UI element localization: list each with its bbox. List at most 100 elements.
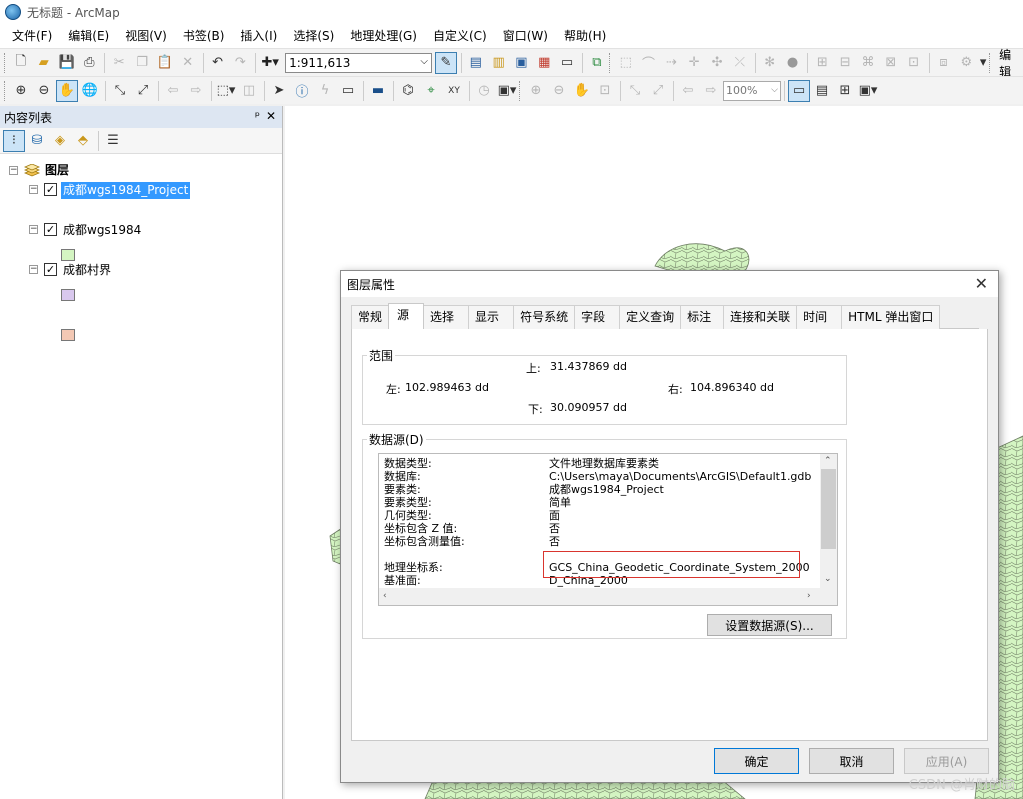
focus-data-frame-icon[interactable]: ▤ xyxy=(811,80,833,102)
tab-source[interactable]: 源 xyxy=(388,303,425,329)
pin-icon[interactable]: ᵖ xyxy=(255,109,260,123)
layout-zoom-out-icon[interactable]: ⊖ xyxy=(548,80,570,102)
forward-arrow-icon[interactable]: ⇨ xyxy=(185,80,207,102)
collapse-icon[interactable]: − xyxy=(29,185,38,194)
datasource-info-list[interactable]: 数据类型: 文件地理数据库要素类 数据库: C:\Users\maya\Docume… xyxy=(378,453,838,606)
select-elements-arrow-icon[interactable]: ➤ xyxy=(268,80,290,102)
toolbar-grip[interactable] xyxy=(519,80,522,101)
list-by-drawing-order-icon[interactable]: ⁝ xyxy=(3,129,25,152)
layout-pan-icon[interactable]: ✋ xyxy=(571,80,593,102)
scroll-up-icon[interactable]: ⌃ xyxy=(824,456,832,466)
layout-fixed-zoom-in-icon[interactable]: ⤡ xyxy=(624,80,646,102)
menu-selection[interactable]: 选择(S) xyxy=(285,24,342,48)
html-popup-icon[interactable]: ▭ xyxy=(337,80,359,102)
cancel-button[interactable]: 取消 xyxy=(809,748,894,774)
layout-back-icon[interactable]: ⇦ xyxy=(677,80,699,102)
measure-icon[interactable]: ▬ xyxy=(367,80,389,102)
pan-hand-icon[interactable]: ✋ xyxy=(56,79,78,102)
paste-icon[interactable]: 📋 xyxy=(154,52,176,74)
menu-view[interactable]: 视图(V) xyxy=(117,24,175,48)
hyperlink-icon[interactable]: ϟ xyxy=(314,80,336,102)
ok-button[interactable]: 确定 xyxy=(714,748,799,774)
topology-icon[interactable]: ⊞ xyxy=(811,52,833,74)
layer-symbol-swatch[interactable] xyxy=(61,249,75,261)
edit-vertices-icon[interactable]: ⬚ xyxy=(615,52,637,74)
cut-icon[interactable]: ✂ xyxy=(108,52,130,74)
find-route-icon[interactable]: ⌖ xyxy=(420,80,442,102)
tab-symbology[interactable]: 符号系统 xyxy=(513,305,576,329)
catalog-icon[interactable]: ▥ xyxy=(488,52,510,74)
list-by-source-icon[interactable]: ⛁ xyxy=(26,130,48,152)
identify-icon[interactable]: ⓘ xyxy=(291,80,313,102)
editor-label[interactable]: 编辑 xyxy=(999,46,1023,80)
scroll-right-icon[interactable]: › xyxy=(807,591,811,601)
editor-toolbar-icon[interactable]: ✎ xyxy=(435,51,457,74)
change-layout-icon[interactable]: ⊞ xyxy=(834,80,856,102)
validate-icon[interactable]: ⊠ xyxy=(880,52,902,74)
table-of-contents-icon[interactable]: ▤ xyxy=(465,52,487,74)
gear-icon[interactable]: ⚙ xyxy=(955,52,977,74)
toolbar-grip[interactable] xyxy=(989,52,992,73)
toggle-draft-mode-icon[interactable]: ▭ xyxy=(788,79,810,102)
collapse-icon[interactable]: − xyxy=(29,225,38,234)
toolbar-grip[interactable] xyxy=(608,52,612,73)
collapse-icon[interactable]: − xyxy=(9,166,18,175)
collapse-icon[interactable]: − xyxy=(29,265,38,274)
scrollbar-thumb[interactable] xyxy=(821,469,836,549)
layer-name-village[interactable]: 成都村界 xyxy=(61,262,113,279)
circle-icon[interactable]: ● xyxy=(782,52,804,74)
layer-name-project[interactable]: 成都wgs1984_Project xyxy=(61,182,191,199)
error-inspector-icon[interactable]: ⊡ xyxy=(903,52,925,74)
print-icon[interactable]: ⎙ xyxy=(78,52,100,74)
tab-fields[interactable]: 字段 xyxy=(574,305,621,329)
close-icon[interactable]: ✕ xyxy=(975,274,988,293)
copy-icon[interactable]: ❐ xyxy=(131,52,153,74)
layer-visibility-checkbox[interactable]: ✓ xyxy=(44,263,57,276)
select-features-icon[interactable]: ⬚▾ xyxy=(215,80,237,102)
zoom-out-icon[interactable]: ⊖ xyxy=(33,80,55,102)
close-icon[interactable]: ✕ xyxy=(266,109,276,123)
layer-symbol-swatch[interactable] xyxy=(61,289,75,301)
layer-visibility-checkbox[interactable]: ✓ xyxy=(44,183,57,196)
tab-display[interactable]: 显示 xyxy=(468,305,515,329)
vertical-scrollbar[interactable]: ⌃ ⌄ xyxy=(820,454,837,590)
menu-file[interactable]: 文件(F) xyxy=(4,24,60,48)
list-by-selection-icon[interactable]: ⬘ xyxy=(72,130,94,152)
layout-fixed-zoom-out-icon[interactable]: ⤢ xyxy=(647,80,669,102)
scroll-down-icon[interactable]: ⌄ xyxy=(824,574,832,584)
tab-selection[interactable]: 选择 xyxy=(423,305,470,329)
fixed-zoom-out-icon[interactable]: ⤢ xyxy=(132,80,154,102)
layers-root-label[interactable]: 图层 xyxy=(43,162,71,179)
search-window-icon[interactable]: ▣ xyxy=(511,52,533,74)
cut-polygons-icon[interactable]: ⇢ xyxy=(660,52,682,74)
menu-geoprocessing[interactable]: 地理处理(G) xyxy=(342,24,425,48)
scroll-left-icon[interactable]: ‹ xyxy=(383,591,387,601)
layout-forward-icon[interactable]: ⇨ xyxy=(700,80,722,102)
data-driven-pages-icon[interactable]: ▣▾ xyxy=(857,80,879,102)
new-document-icon[interactable]: 🗋 xyxy=(10,52,32,74)
map-scale-select[interactable]: 1:911,613 ⌵ xyxy=(285,52,432,73)
toolbar-options-icon[interactable]: ▾ xyxy=(978,52,988,74)
tab-general[interactable]: 常规 xyxy=(351,305,390,329)
python-window-icon[interactable]: ▭ xyxy=(556,52,578,74)
zoom-whole-page-icon[interactable]: ⊡ xyxy=(594,80,616,102)
open-folder-icon[interactable]: ▰ xyxy=(33,52,55,74)
modelbuilder-icon[interactable]: ⧉ xyxy=(586,52,608,74)
menu-help[interactable]: 帮助(H) xyxy=(556,24,614,48)
arctoolbox-icon[interactable]: ▦ xyxy=(533,52,555,74)
tab-html-popup[interactable]: HTML 弹出窗口 xyxy=(841,305,941,329)
toolbar-grip[interactable] xyxy=(4,80,7,101)
layer-symbol-swatch[interactable] xyxy=(61,329,75,341)
layer-visibility-checkbox[interactable]: ✓ xyxy=(44,223,57,236)
redo-icon[interactable]: ↷ xyxy=(229,52,251,74)
layout-zoom-select[interactable]: 100% ⌵ xyxy=(723,80,781,101)
time-slider-icon[interactable]: ◷ xyxy=(473,80,495,102)
horizontal-scrollbar[interactable]: ‹ › xyxy=(379,588,822,605)
layer-name-wgs1984[interactable]: 成都wgs1984 xyxy=(61,222,143,239)
sketch-properties-icon[interactable]: ✻ xyxy=(759,52,781,74)
menu-bookmarks[interactable]: 书签(B) xyxy=(175,24,233,48)
layout-zoom-in-icon[interactable]: ⊕ xyxy=(525,80,547,102)
options-icon[interactable]: ☰ xyxy=(102,130,124,152)
delete-icon[interactable]: ✕ xyxy=(177,52,199,74)
shared-features-icon[interactable]: ⌘ xyxy=(857,52,879,74)
